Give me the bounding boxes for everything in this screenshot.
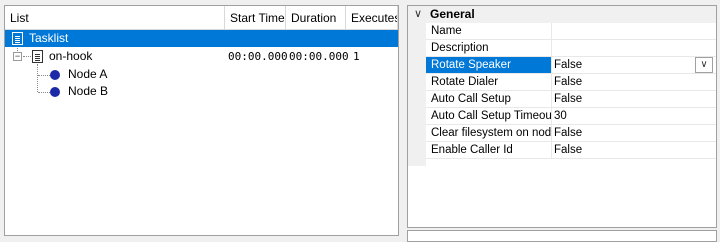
column-header-start-time-label: Start Time [230, 11, 285, 25]
column-header-duration-label: Duration [291, 11, 337, 25]
property-value[interactable] [554, 23, 716, 39]
property-description-pane [407, 230, 717, 242]
document-icon [32, 50, 43, 63]
property-value[interactable]: 30 [554, 108, 716, 124]
property-row-auto-call-setup[interactable]: Auto Call Setup False [426, 91, 716, 108]
property-name: Clear filesystem on nodes [426, 125, 552, 141]
property-name: Auto Call Setup [426, 91, 552, 107]
task-tree-list[interactable]: List Start Time Duration Executes Taskli… [4, 5, 399, 236]
column-header-executes[interactable]: Executes [346, 6, 398, 30]
column-header-list[interactable]: List [5, 6, 225, 30]
column-header-executes-label: Executes [351, 11, 398, 25]
property-row-name[interactable]: Name [426, 23, 716, 40]
node-label: Node A [68, 67, 108, 81]
property-row-rotate-dialer[interactable]: Rotate Dialer False [426, 74, 716, 91]
property-name: Enable Caller Id [426, 142, 552, 158]
property-value[interactable]: False [554, 142, 716, 158]
property-name: Rotate Dialer [426, 74, 552, 90]
property-value[interactable]: False [554, 125, 716, 141]
node-dot-icon [50, 70, 60, 80]
property-row-description[interactable]: Description [426, 40, 716, 57]
tree-row-node[interactable]: Node A [5, 66, 398, 83]
task-duration: 00:00.000 [289, 50, 349, 63]
node-label: Node B [68, 84, 109, 98]
property-row-rotate-speaker[interactable]: Rotate Speaker False ∨ [426, 57, 716, 74]
task-name: on-hook [49, 49, 93, 63]
property-row-enable-caller-id[interactable]: Enable Caller Id False [426, 142, 716, 159]
property-name: Name [426, 23, 552, 39]
property-grid[interactable]: ∨ General Name Description Rotate Speake… [407, 5, 717, 228]
property-value[interactable]: False [554, 91, 716, 107]
chevron-down-icon[interactable]: ∨ [695, 57, 713, 73]
tree-row-node[interactable]: Node B [5, 83, 398, 100]
tree-connector [23, 56, 31, 57]
column-header-duration[interactable]: Duration [286, 6, 346, 30]
collapse-icon[interactable]: − [13, 52, 22, 61]
tree-row-task[interactable]: − on-hook 00:00.000 00:00.000 1 [5, 48, 398, 65]
property-row-clear-filesystem[interactable]: Clear filesystem on nodes False [426, 125, 716, 142]
property-row-auto-call-setup-timeout[interactable]: Auto Call Setup Timeout 30 [426, 108, 716, 125]
property-name: Rotate Speaker [426, 57, 552, 73]
property-value[interactable]: False [554, 74, 716, 90]
property-name: Auto Call Setup Timeout [426, 108, 552, 124]
column-header-start-time[interactable]: Start Time [225, 6, 286, 30]
property-value[interactable] [554, 40, 716, 56]
property-category-title: General [430, 7, 475, 21]
task-executes: 1 [353, 50, 360, 63]
tree-row-tasklist[interactable]: Tasklist [5, 30, 398, 47]
property-category-general[interactable]: ∨ General [408, 6, 716, 23]
document-icon [12, 32, 23, 45]
column-header-list-label: List [10, 11, 29, 25]
task-start-time: 00:00.000 [228, 50, 288, 63]
node-dot-icon [50, 87, 60, 97]
chevron-down-icon[interactable]: ∨ [414, 6, 422, 23]
property-grid-gutter [408, 23, 426, 166]
property-name: Description [426, 40, 552, 56]
property-value[interactable]: False [554, 57, 716, 73]
tree-row-tasklist-label: Tasklist [29, 31, 69, 45]
